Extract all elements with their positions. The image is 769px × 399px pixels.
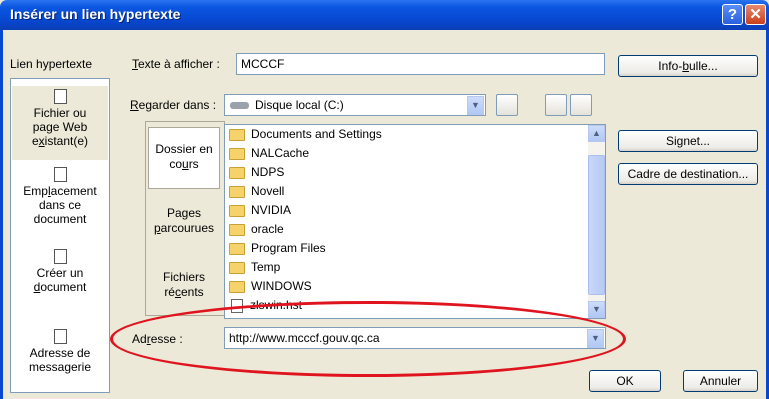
folder-icon (229, 204, 245, 217)
file-list-scrollbar[interactable]: ▲ ▼ (588, 125, 605, 318)
list-item[interactable]: Documents and Settings (229, 125, 382, 144)
scroll-up-arrow[interactable]: ▲ (588, 125, 605, 142)
address-label: Adresse : (132, 332, 183, 346)
look-in-label: Regarder dans : (130, 98, 217, 112)
cancel-button[interactable]: Annuler (683, 370, 758, 392)
scroll-thumb[interactable] (588, 155, 605, 295)
screentip-button[interactable]: Info-bulle... (618, 55, 758, 77)
file-icon (231, 298, 243, 313)
folder-icon (229, 128, 245, 141)
bookmark-button[interactable]: Signet... (618, 130, 758, 152)
browse-web-button[interactable] (545, 94, 567, 116)
tab-current-folder[interactable]: Dossier en cours (148, 127, 220, 189)
tab-browsed-pages[interactable]: Pages parcourues (148, 206, 220, 246)
list-item[interactable]: NVIDIA (229, 201, 291, 220)
tab-recent-files[interactable]: Fichiers récents (148, 270, 220, 310)
window-title: Insérer un lien hypertexte (10, 6, 181, 22)
title-bar: Insérer un lien hypertexte ? ✕ (0, 0, 769, 30)
link-to-label: Lien hypertexte (10, 57, 93, 71)
folder-icon (229, 166, 245, 179)
text-to-display-label: Texte à afficher : (132, 57, 220, 71)
ok-button[interactable]: OK (589, 370, 661, 392)
folder-icon (229, 242, 245, 255)
browse-file-button[interactable] (570, 94, 592, 116)
file-list[interactable]: Documents and Settings NALCache NDPS Nov… (224, 124, 606, 319)
list-item[interactable]: zlswin.hst (229, 296, 302, 315)
sidebar-item-email-address[interactable]: Adresse de messagerie (11, 329, 109, 379)
new-document-icon (53, 249, 67, 264)
sidebar-item-existing-file[interactable]: Fichier ou page Web existant(e) (11, 85, 109, 161)
link-type-sidebar: Fichier ou page Web existant(e) Emplacem… (10, 78, 110, 393)
list-item[interactable]: Program Files (229, 239, 326, 258)
existing-file-icon (53, 89, 67, 104)
email-address-icon (53, 329, 67, 344)
list-item[interactable]: WINDOWS (229, 277, 312, 296)
target-frame-button[interactable]: Cadre de destination... (618, 163, 758, 185)
folder-icon (229, 185, 245, 198)
look-in-select[interactable]: Disque local (C:) ▼ (224, 94, 486, 116)
window-frame-left (0, 30, 3, 399)
look-in-dropdown-arrow[interactable]: ▼ (467, 96, 484, 115)
folder-icon (229, 261, 245, 274)
text-to-display-value: MCCCF (241, 57, 285, 71)
help-button[interactable]: ? (722, 4, 743, 25)
place-in-document-icon (53, 167, 67, 182)
close-button[interactable]: ✕ (745, 4, 766, 25)
list-item[interactable]: oracle (229, 220, 284, 239)
sidebar-item-create-new-document[interactable]: Créer un document (11, 249, 109, 304)
address-dropdown-arrow[interactable]: ▼ (587, 329, 604, 348)
list-item[interactable]: Temp (229, 258, 280, 277)
look-in-value: Disque local (C:) (255, 98, 344, 112)
list-item[interactable]: Novell (229, 182, 284, 201)
up-one-folder-button[interactable] (496, 94, 518, 116)
scroll-down-arrow[interactable]: ▼ (588, 301, 605, 318)
text-to-display-input[interactable]: MCCCF (236, 53, 605, 75)
sidebar-item-place-in-document[interactable]: Emplacement dans ce document (11, 167, 109, 233)
folder-icon (229, 147, 245, 160)
address-input[interactable]: http://www.mcccf.gouv.qc.ca ▼ (224, 327, 606, 349)
disk-drive-icon (230, 102, 249, 109)
list-item[interactable]: NDPS (229, 163, 284, 182)
folder-icon (229, 223, 245, 236)
folder-icon (229, 280, 245, 293)
address-value: http://www.mcccf.gouv.qc.ca (229, 331, 380, 345)
list-item[interactable]: NALCache (229, 144, 309, 163)
